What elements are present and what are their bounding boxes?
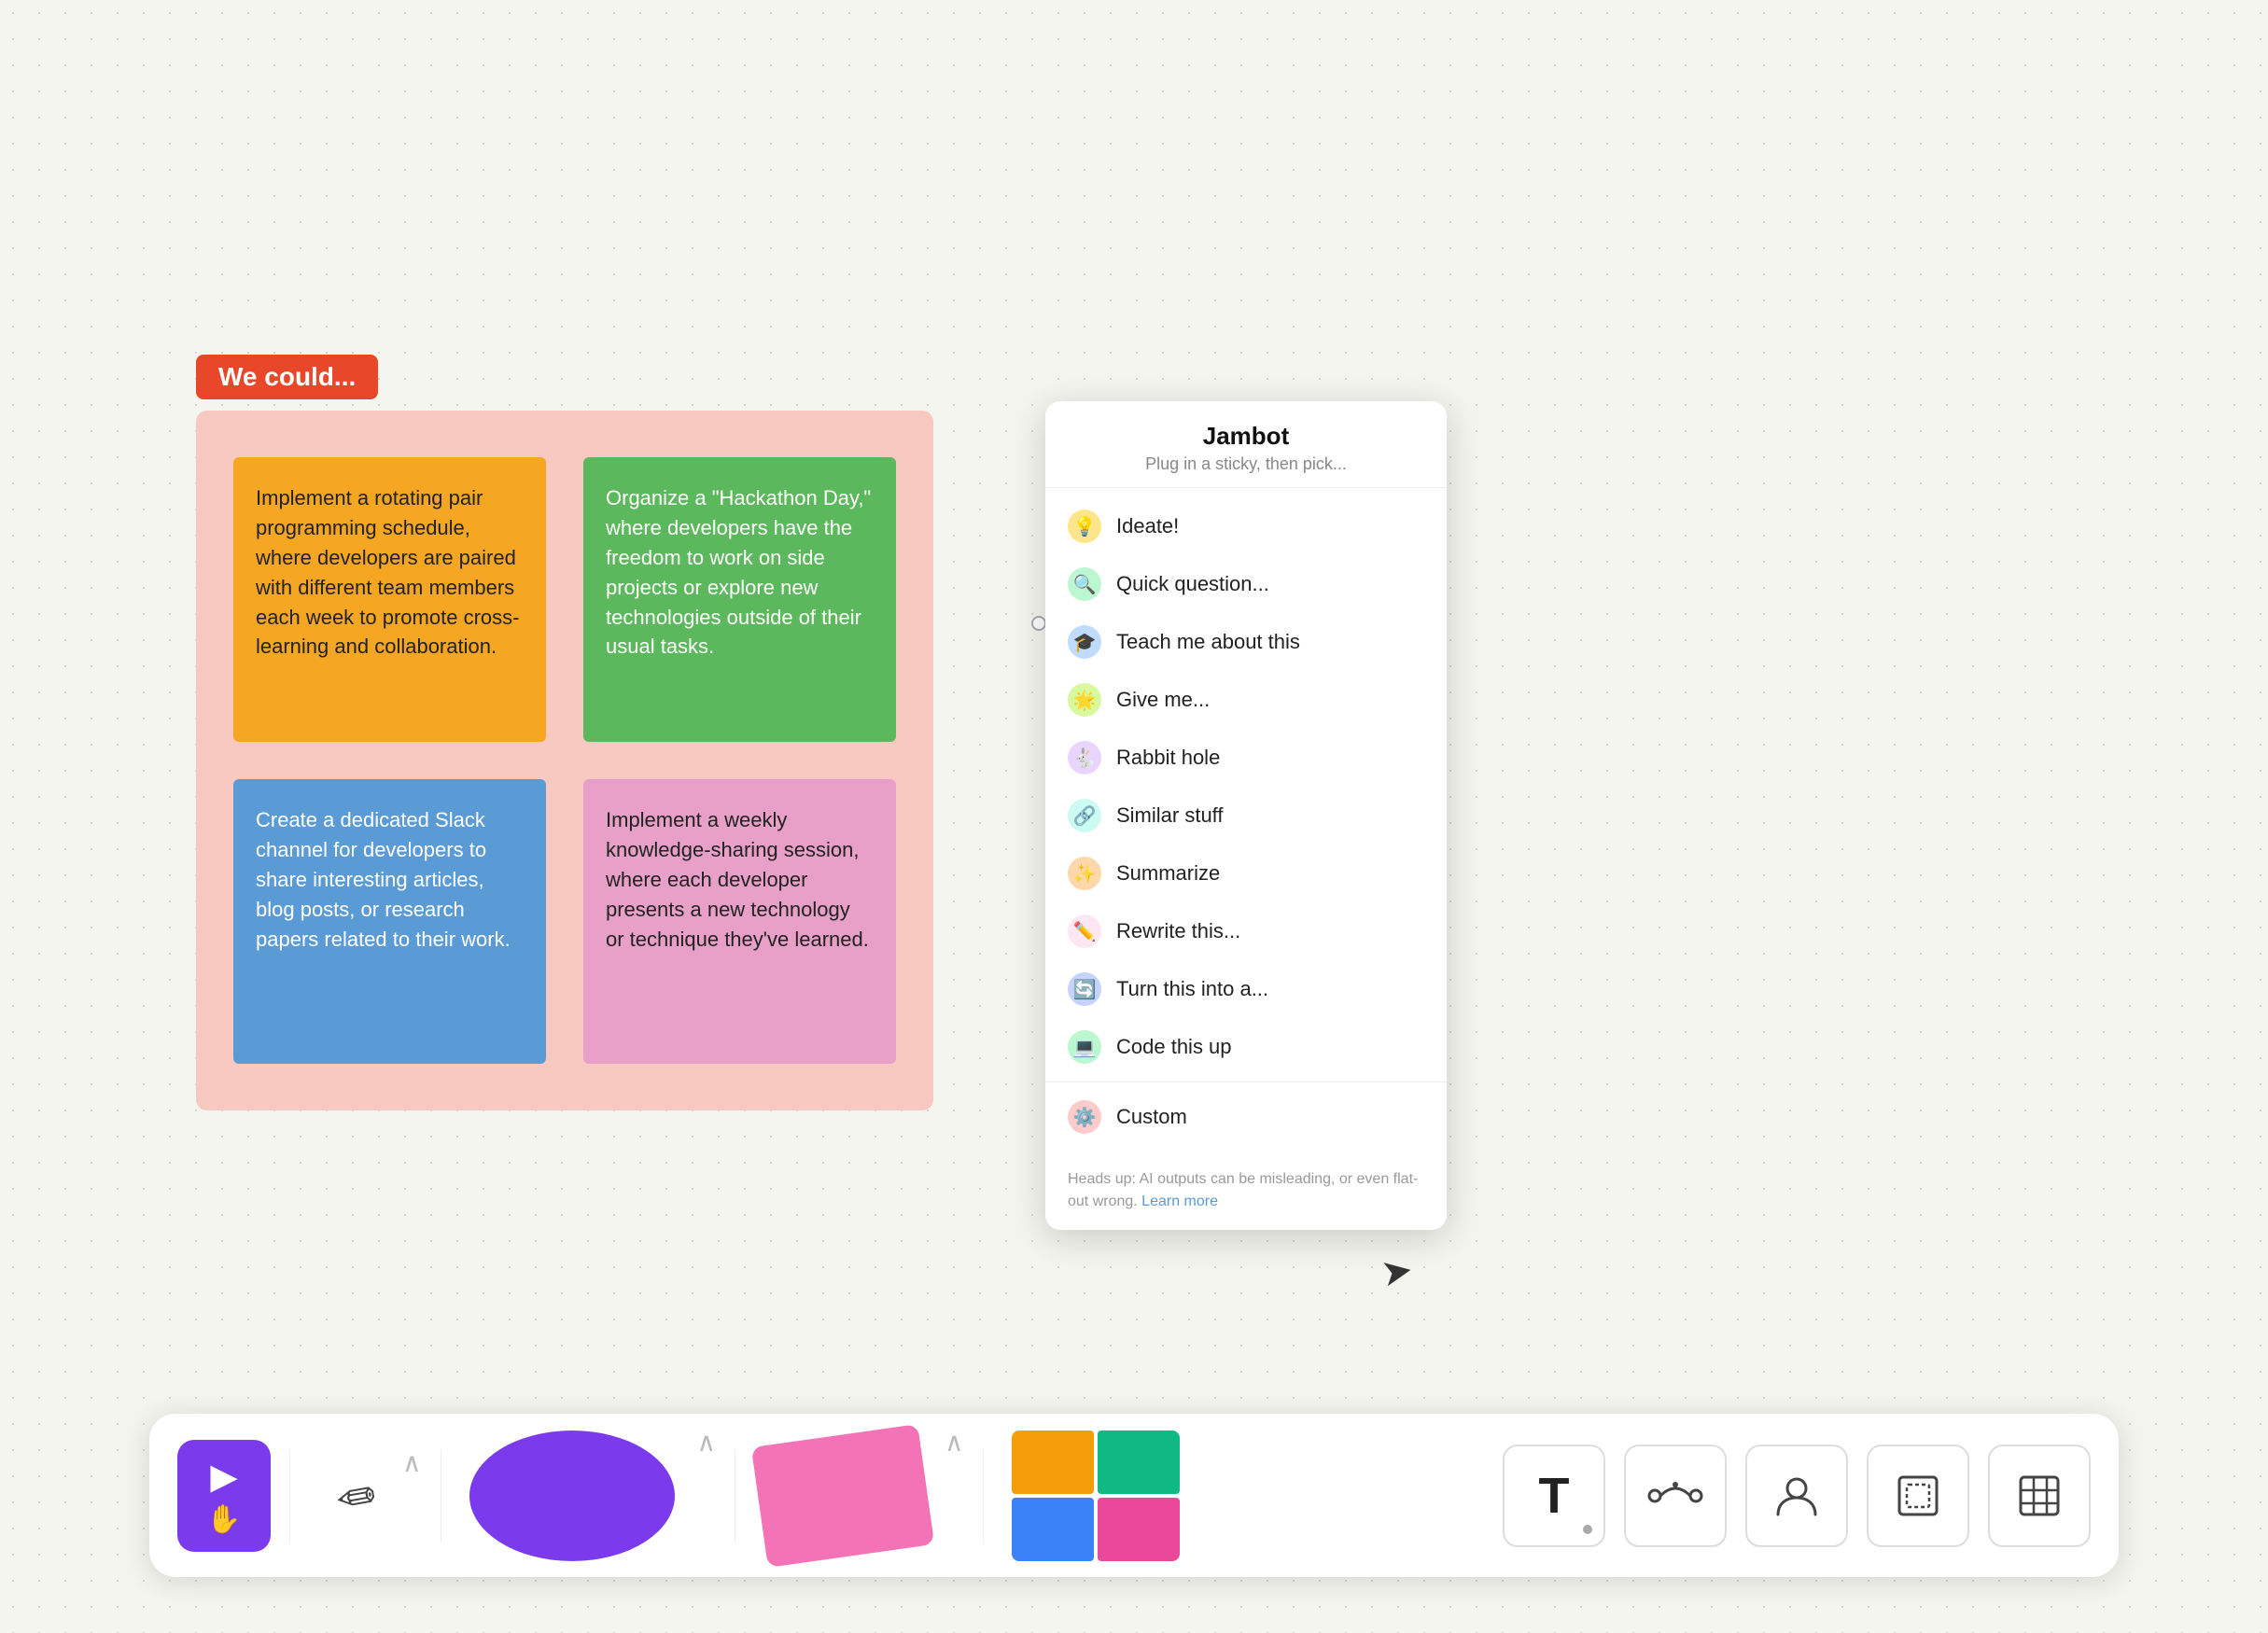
pencil-icon: ✏	[331, 1465, 379, 1525]
quick-question-label: Quick question...	[1116, 572, 1269, 596]
select-icon: ▶	[210, 1456, 237, 1498]
toolbar-separator-1	[289, 1449, 290, 1542]
thumb-cell-1	[1012, 1431, 1094, 1494]
frame-icon	[1894, 1472, 1942, 1520]
similar-stuff-icon: 🔗	[1068, 799, 1101, 832]
sticky-4[interactable]: Implement a weekly knowledge-sharing ses…	[583, 779, 896, 1064]
jambot-item-similar-stuff[interactable]: 🔗 Similar stuff	[1045, 787, 1447, 844]
teach-me-label: Teach me about this	[1116, 630, 1300, 654]
give-me-label: Give me...	[1116, 688, 1210, 712]
custom-label: Custom	[1116, 1105, 1187, 1129]
text-dot	[1583, 1525, 1592, 1534]
thumb-cell-2	[1098, 1431, 1180, 1494]
text-icon: T	[1539, 1471, 1570, 1521]
jambot-subtitle: Plug in a sticky, then pick...	[1071, 454, 1421, 474]
jambot-header: Jambot Plug in a sticky, then pick...	[1045, 401, 1447, 488]
stickies-thumb-grid	[1012, 1431, 1180, 1561]
frame-label: We could...	[196, 355, 378, 399]
quick-question-icon: 🔍	[1068, 567, 1101, 601]
rabbit-hole-label: Rabbit hole	[1116, 746, 1220, 770]
sticky-3-text: Create a dedicated Slack channel for dev…	[256, 808, 511, 951]
jambot-item-teach-me[interactable]: 🎓 Teach me about this	[1045, 613, 1447, 671]
jambot-item-turn-into[interactable]: 🔄 Turn this into a...	[1045, 960, 1447, 1018]
connector-icon	[1647, 1477, 1703, 1514]
pink-shape-preview[interactable]	[751, 1424, 934, 1568]
give-me-icon: 🌟	[1068, 683, 1101, 717]
turn-into-icon: 🔄	[1068, 972, 1101, 1006]
avatar-tool-button[interactable]	[1745, 1445, 1848, 1547]
summarize-label: Summarize	[1116, 861, 1220, 886]
code-this-up-icon: 💻	[1068, 1030, 1101, 1064]
frame-tool-button[interactable]	[1867, 1445, 1969, 1547]
jambot-item-custom[interactable]: ⚙️ Custom	[1045, 1088, 1447, 1146]
turn-into-label: Turn this into a...	[1116, 977, 1268, 1001]
jambot-item-give-me[interactable]: 🌟 Give me...	[1045, 671, 1447, 729]
ideate-label: Ideate!	[1116, 514, 1179, 538]
avatar-icon	[1772, 1472, 1821, 1520]
hand-icon: ✋	[206, 1503, 241, 1536]
jambot-title: Jambot	[1071, 422, 1421, 451]
text-tool-button[interactable]: T	[1503, 1445, 1605, 1547]
jambot-item-ideate[interactable]: 💡 Ideate!	[1045, 497, 1447, 555]
sticky-1-text: Implement a rotating pair programming sc…	[256, 486, 519, 658]
jambot-footer: Heads up: AI outputs can be misleading, …	[1045, 1155, 1447, 1230]
table-tool-button[interactable]	[1988, 1445, 2091, 1547]
rewrite-icon: ✏️	[1068, 914, 1101, 948]
board-area: We could... Implement a rotating pair pr…	[196, 355, 943, 1110]
pencil-expand-button[interactable]: ∧	[402, 1440, 422, 1478]
jambot-item-rewrite[interactable]: ✏️ Rewrite this...	[1045, 902, 1447, 960]
jambot-item-code-this-up[interactable]: 💻 Code this up	[1045, 1018, 1447, 1076]
pink-expand-button[interactable]: ∧	[941, 1414, 964, 1458]
purple-expand-button[interactable]: ∧	[693, 1414, 717, 1458]
jambot-item-summarize[interactable]: ✨ Summarize	[1045, 844, 1447, 902]
sticky-2[interactable]: Organize a "Hackathon Day," where develo…	[583, 457, 896, 742]
rabbit-hole-icon: 🐇	[1068, 741, 1101, 775]
summarize-icon: ✨	[1068, 857, 1101, 890]
purple-shape-preview[interactable]	[469, 1431, 675, 1561]
toolbar-separator-4	[983, 1449, 984, 1542]
select-tool-button[interactable]: ▶ ✋	[177, 1440, 271, 1552]
rewrite-label: Rewrite this...	[1116, 919, 1240, 943]
code-this-up-label: Code this up	[1116, 1035, 1232, 1059]
jambot-popup: Jambot Plug in a sticky, then pick... 💡 …	[1045, 401, 1447, 1230]
connection-dot	[1031, 616, 1046, 631]
sticky-3[interactable]: Create a dedicated Slack channel for dev…	[233, 779, 546, 1064]
jambot-menu: 💡 Ideate! 🔍 Quick question... 🎓 Teach me…	[1045, 488, 1447, 1155]
table-icon	[2015, 1472, 2064, 1520]
thumb-cell-4	[1098, 1498, 1180, 1561]
pencil-tool-wrap: ✏ ∧	[309, 1440, 422, 1552]
sticky-2-text: Organize a "Hackathon Day," where develo…	[606, 486, 871, 658]
ideate-icon: 💡	[1068, 509, 1101, 543]
pencil-tool-button[interactable]: ✏	[309, 1440, 402, 1552]
jambot-footer-text: Heads up: AI outputs can be misleading, …	[1068, 1171, 1418, 1209]
stickies-preview[interactable]	[1012, 1431, 1180, 1561]
thumb-cell-3	[1012, 1498, 1094, 1561]
similar-stuff-label: Similar stuff	[1116, 803, 1224, 828]
jambot-learn-more-link[interactable]: Learn more	[1141, 1193, 1218, 1209]
jambot-item-quick-question[interactable]: 🔍 Quick question...	[1045, 555, 1447, 613]
connector-tool-button[interactable]	[1624, 1445, 1727, 1547]
custom-icon: ⚙️	[1068, 1100, 1101, 1134]
right-tools: T	[1503, 1445, 2091, 1547]
cursor: ➤	[1378, 1248, 1416, 1295]
frame-container: Implement a rotating pair programming sc…	[196, 411, 933, 1110]
sticky-1[interactable]: Implement a rotating pair programming sc…	[233, 457, 546, 742]
sticky-4-text: Implement a weekly knowledge-sharing ses…	[606, 808, 869, 951]
jambot-item-rabbit-hole[interactable]: 🐇 Rabbit hole	[1045, 729, 1447, 787]
teach-me-icon: 🎓	[1068, 625, 1101, 659]
bottom-toolbar: ▶ ✋ ✏ ∧ ∧ ∧ T	[149, 1414, 2119, 1577]
